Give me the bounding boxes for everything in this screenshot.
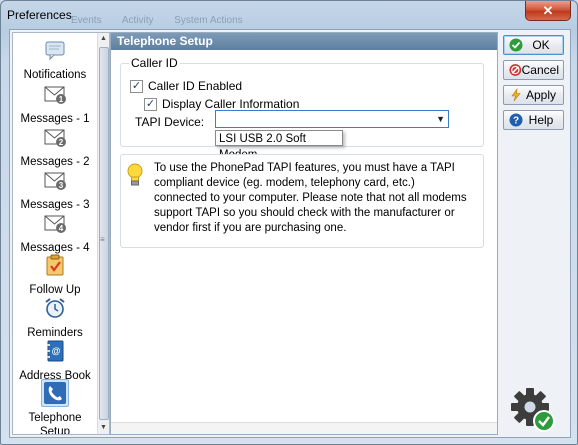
- sidebar-item-telephone-setup[interactable]: Telephone Setup: [13, 379, 97, 434]
- envelope-2-icon: 2: [44, 129, 66, 147]
- background-tabs: Events Activity System Actions: [71, 15, 261, 26]
- checkbox-label: Display Caller Information: [162, 97, 300, 111]
- sidebar-item-address-book[interactable]: @ Address Book: [13, 337, 97, 383]
- svg-text:@: @: [52, 346, 61, 356]
- envelope-4-icon: 4: [44, 215, 66, 233]
- ok-label: OK: [532, 38, 550, 52]
- sidebar-item-messages-3[interactable]: 3 Messages - 3: [13, 166, 97, 212]
- address-book-icon: @: [47, 340, 64, 362]
- dialog-body: Notifications 1 Messages - 1 2 Messages …: [9, 29, 571, 438]
- check-circle-icon: [509, 38, 523, 52]
- tapi-device-dropdown[interactable]: LSI USB 2.0 Soft Modem: [215, 130, 343, 161]
- notifications-icon: [45, 41, 65, 61]
- lightbulb-icon: [127, 163, 143, 186]
- window-title: Preferences: [7, 8, 72, 22]
- settings-gear-icon: [511, 388, 555, 432]
- tapi-info-box: To use the PhonePad TAPI features, you m…: [120, 154, 484, 248]
- sidebar-item-follow-up[interactable]: Follow Up: [13, 251, 97, 297]
- scroll-down-icon[interactable]: ▼: [98, 422, 109, 434]
- checkmark-icon[interactable]: ✓: [144, 97, 157, 111]
- help-label: Help: [528, 113, 554, 127]
- scroll-up-icon[interactable]: ▲: [98, 33, 109, 45]
- close-button[interactable]: ✕: [525, 1, 571, 21]
- title-bar[interactable]: Preferences Events Activity System Actio…: [1, 1, 577, 29]
- sidebar-item-messages-2[interactable]: 2 Messages - 2: [13, 123, 97, 169]
- background-tab: Events: [71, 15, 102, 26]
- tapi-info-text: To use the PhonePad TAPI features, you m…: [154, 162, 467, 234]
- checkbox-label: Caller ID Enabled: [148, 79, 243, 93]
- envelope-1-icon: 1: [44, 86, 66, 104]
- sidebar-item-messages-1[interactable]: 1 Messages - 1: [13, 80, 97, 126]
- alarm-clock-icon: [45, 298, 65, 318]
- preferences-window: Preferences Events Activity System Actio…: [0, 0, 578, 445]
- caller-id-enabled-checkbox[interactable]: ✓ Caller ID Enabled: [130, 79, 242, 93]
- tapi-device-label: TAPI Device:: [135, 115, 205, 129]
- svg-text:2: 2: [59, 138, 64, 147]
- help-icon: ?: [509, 113, 523, 127]
- sidebar-item-messages-4[interactable]: 4 Messages - 4: [13, 209, 97, 255]
- sidebar-item-reminders[interactable]: Reminders: [13, 294, 97, 340]
- svg-text:1: 1: [59, 95, 64, 104]
- lightning-icon: [511, 88, 521, 102]
- category-list: Notifications 1 Messages - 1 2 Messages …: [13, 33, 97, 434]
- background-tab: System Actions: [174, 15, 243, 26]
- cancel-icon: [509, 64, 522, 76]
- tapi-device-select[interactable]: ▼: [215, 110, 449, 128]
- scroll-thumb[interactable]: [99, 47, 109, 420]
- sidebar-item-label: Telephone Setup: [28, 412, 82, 434]
- svg-text:?: ?: [513, 116, 519, 127]
- cancel-label: Cancel: [521, 63, 559, 77]
- svg-text:3: 3: [59, 181, 64, 190]
- category-sidebar: Notifications 1 Messages - 1 2 Messages …: [12, 32, 110, 435]
- display-caller-info-checkbox[interactable]: ✓ Display Caller Information: [144, 97, 299, 111]
- telephone-icon: [44, 382, 66, 404]
- sidebar-scrollbar[interactable]: ▲ ≡ ▼: [97, 33, 109, 434]
- sidebar-item-notifications[interactable]: Notifications: [13, 36, 97, 82]
- chevron-down-icon[interactable]: ▼: [436, 114, 445, 124]
- background-tab: Activity: [121, 15, 154, 26]
- envelope-3-icon: 3: [44, 172, 66, 190]
- group-legend: Caller ID: [129, 56, 180, 70]
- panel-bottom-scrollbar[interactable]: [111, 422, 497, 434]
- svg-text:4: 4: [59, 224, 64, 233]
- apply-button[interactable]: Apply: [503, 85, 564, 105]
- close-icon: ✕: [542, 3, 554, 18]
- help-button[interactable]: ? Help: [503, 110, 564, 130]
- cancel-button[interactable]: Cancel: [503, 60, 564, 80]
- panel-header: Telephone Setup: [111, 33, 497, 50]
- settings-panel: Telephone Setup Caller ID ✓ Caller ID En…: [110, 32, 498, 435]
- scroll-grip-icon: ≡: [100, 235, 105, 244]
- checkmark-icon[interactable]: ✓: [130, 79, 143, 93]
- ok-button[interactable]: OK: [503, 35, 564, 55]
- clipboard-check-icon: [46, 254, 64, 276]
- apply-label: Apply: [525, 88, 557, 102]
